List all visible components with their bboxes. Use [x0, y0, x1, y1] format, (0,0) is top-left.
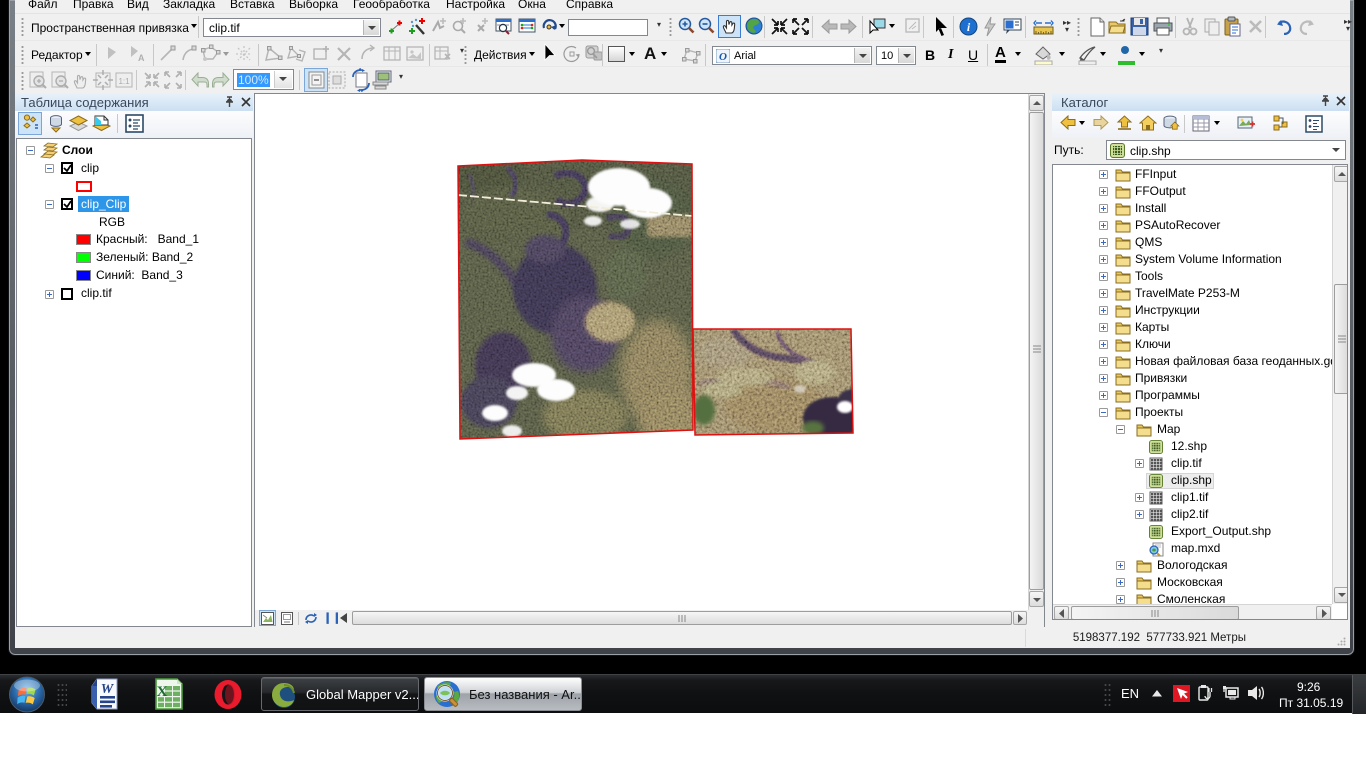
svg-text:A: A — [138, 53, 145, 63]
svg-text:X: X — [157, 684, 168, 700]
svg-text:W: W — [101, 682, 115, 697]
svg-text:1:1: 1:1 — [118, 77, 130, 86]
svg-text:O: O — [719, 51, 727, 63]
